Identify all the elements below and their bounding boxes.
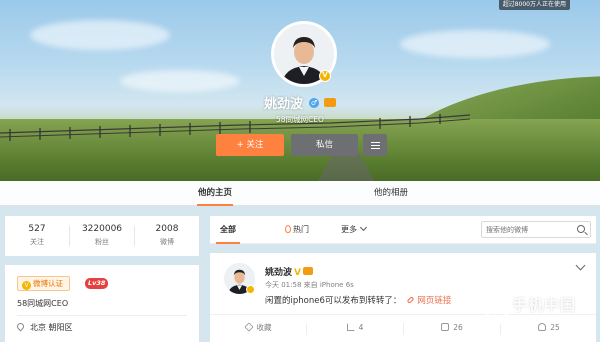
filter-more-label: 更多: [341, 225, 357, 234]
follow-button[interactable]: + 关注: [216, 134, 284, 156]
stat-label: 粉丝: [95, 238, 109, 246]
watermark-logo-icon: [486, 296, 508, 324]
location-text: 北京 朝阳区: [30, 323, 73, 332]
watermark: 手机中国 CNMO.COM: [482, 290, 597, 335]
cloud: [120, 70, 240, 92]
profile-name: 姚劲波: [264, 97, 304, 112]
level-badge[interactable]: Lv38: [85, 278, 109, 289]
search-input[interactable]: [486, 223, 574, 236]
stat-number: 3220006: [81, 224, 123, 234]
stat-following[interactable]: 527 关注: [5, 216, 69, 256]
search-icon[interactable]: [577, 225, 585, 233]
stat-number: 2008: [155, 224, 179, 234]
verified-badge-icon: [246, 285, 255, 294]
favorite-button[interactable]: 收藏: [210, 315, 306, 342]
member-crown-icon: [302, 267, 313, 275]
location-pin-icon: [15, 321, 26, 332]
comment-icon: [441, 323, 450, 331]
stat-label: 关注: [30, 238, 44, 246]
watermark-subtitle: CNMO.COM: [516, 314, 578, 323]
share-count: 4: [358, 323, 364, 332]
stats-panel: 527 关注 3220006 粉丝 2008 微博: [5, 216, 199, 256]
flame-icon: [285, 225, 291, 233]
weibo-search: [481, 221, 591, 238]
filter-all[interactable]: 全部: [216, 216, 240, 244]
profile-info-panel: V 微博认证 Lv38 58同城网CEO 北京 朝阳区: [5, 265, 199, 342]
verified-badge-icon: V: [319, 70, 331, 82]
share-button[interactable]: 4: [307, 315, 403, 342]
post-options-chevron-icon[interactable]: [575, 260, 586, 271]
verified-icon: V: [22, 281, 31, 290]
male-gender-icon: ♂: [309, 97, 319, 108]
post-text: 闲置的iphone6可以发布到转转了：: [265, 296, 402, 306]
stat-followers[interactable]: 3220006 粉丝: [70, 216, 134, 256]
stat-number: 527: [28, 224, 46, 234]
more-menu-button[interactable]: [363, 134, 387, 156]
filter-hot-label: 热门: [293, 225, 309, 234]
stat-label: 微博: [160, 238, 174, 246]
post-content: 闲置的iphone6可以发布到转转了： 网页链接: [265, 294, 451, 306]
post-author-name: 姚劲波: [265, 268, 293, 278]
message-button[interactable]: 私信: [291, 134, 358, 156]
share-icon: [346, 323, 355, 331]
link-icon: [406, 296, 415, 304]
weibo-verified-tag[interactable]: V 微博认证: [17, 276, 70, 291]
web-link-label: 网页链接: [417, 296, 452, 306]
filter-hot[interactable]: 热门: [285, 216, 309, 244]
profile-tabs: 他的主页 他的相册: [0, 181, 600, 206]
stat-posts[interactable]: 2008 微博: [135, 216, 199, 256]
profile-bio: 58同城网CEO: [276, 115, 324, 124]
favorite-label: 收藏: [256, 323, 272, 332]
menu-icon: [370, 142, 380, 149]
web-link[interactable]: 网页链接: [406, 296, 452, 306]
cloud: [400, 30, 550, 58]
cloud: [30, 20, 170, 50]
filter-more[interactable]: 更多: [341, 216, 368, 244]
verify-label: 微博认证: [33, 279, 63, 288]
tab-home[interactable]: 他的主页: [180, 181, 250, 206]
location: 北京 朝阳区: [15, 321, 73, 333]
chevron-down-icon: [359, 223, 368, 232]
feed-filter-bar: 全部 热门 更多: [210, 216, 596, 244]
user-count-badge: 超过8000万人正在使用: [498, 0, 570, 10]
comment-count: 26: [453, 323, 463, 332]
star-icon: [243, 322, 254, 332]
watermark-title: 手机中国: [512, 296, 577, 314]
member-crown-icon: [323, 98, 336, 107]
gold-v-icon: V: [294, 268, 301, 278]
post-author[interactable]: 姚劲波 V: [265, 265, 313, 278]
post-meta: 今天 01:58 来自 iPhone 6s: [265, 281, 354, 289]
tab-album[interactable]: 他的相册: [356, 181, 426, 206]
divider: [17, 315, 187, 316]
profile-title: 58同城网CEO: [17, 299, 69, 308]
